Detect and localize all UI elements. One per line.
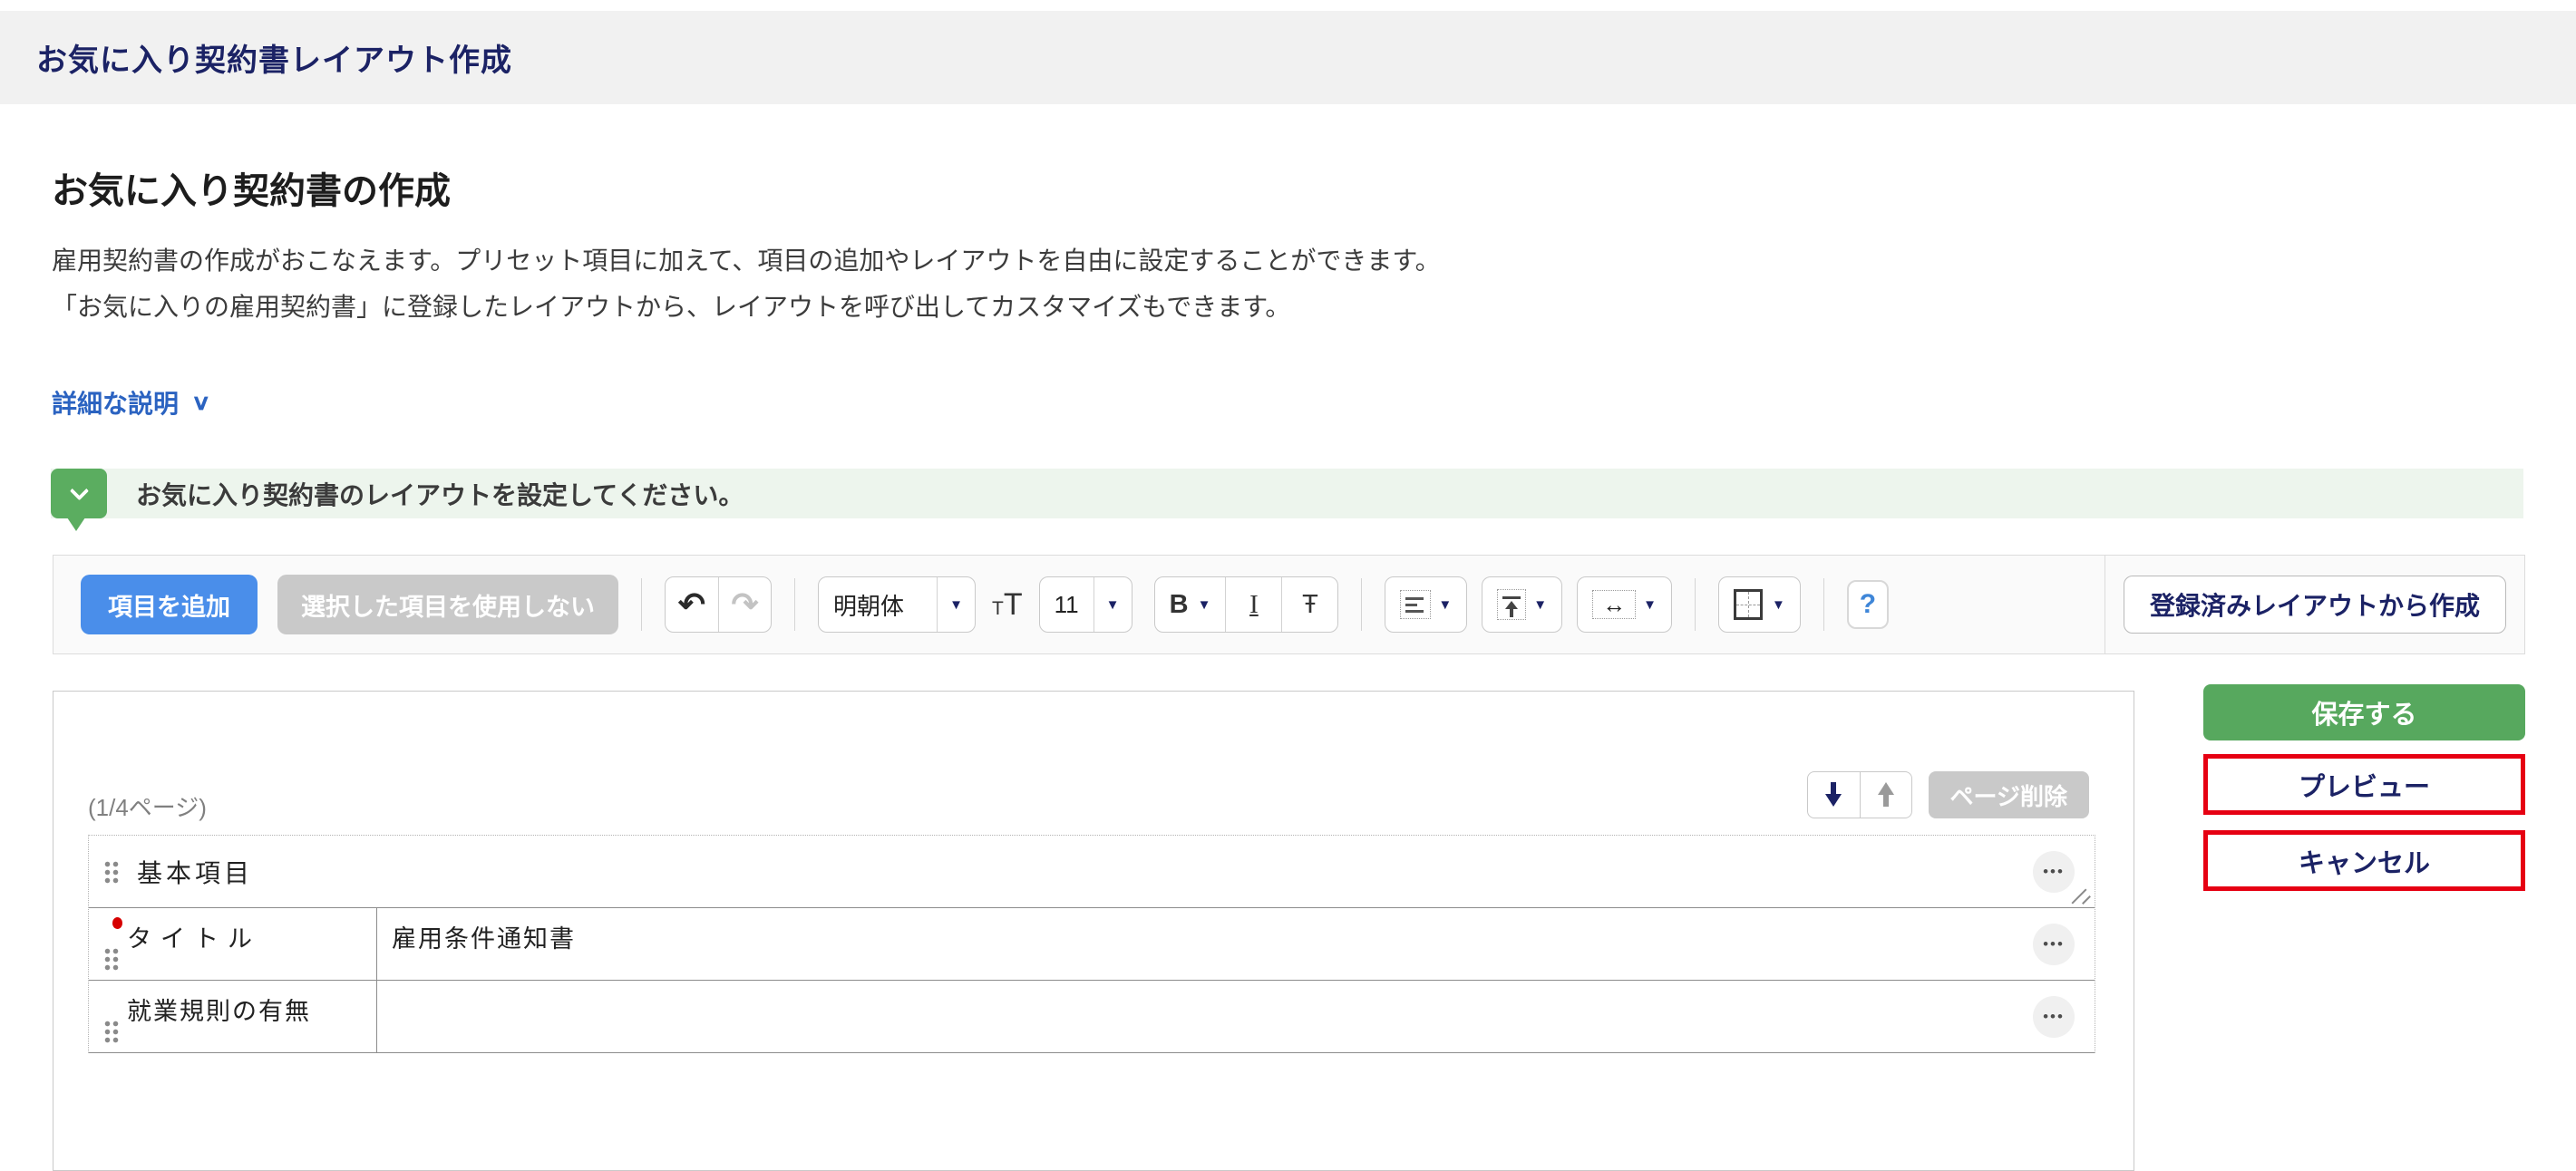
move-page-up-button[interactable] bbox=[1860, 772, 1911, 818]
undo-button[interactable]: ↶ bbox=[666, 577, 718, 632]
more-options-button[interactable]: ••• bbox=[2033, 924, 2075, 965]
toolbar-divider bbox=[1361, 578, 1362, 631]
save-button[interactable]: 保存する bbox=[2203, 684, 2525, 740]
font-family-value: 明朝体 bbox=[819, 577, 937, 632]
page-description-line2: 「お気に入りの雇用契約書」に登録したレイアウトから、レイアウトを呼び出してカスタ… bbox=[52, 284, 1290, 330]
underline-button[interactable]: I bbox=[1225, 577, 1281, 632]
caret-down-icon: ▼ bbox=[1438, 597, 1452, 613]
page-region: 基本項目 ••• タイトル 雇用条件通知書 ••• 就業規則の有無 bbox=[88, 835, 2095, 1053]
app-header: お気に入り契約書レイアウト作成 bbox=[0, 11, 2576, 104]
more-options-button[interactable]: ••• bbox=[2033, 996, 2075, 1038]
create-from-saved-layout-button[interactable]: 登録済みレイアウトから作成 bbox=[2124, 576, 2506, 634]
caret-down-icon: ▼ bbox=[1198, 597, 1211, 613]
drag-handle-icon[interactable] bbox=[103, 1020, 119, 1043]
cancel-button-highlight: キャンセル bbox=[2203, 830, 2525, 891]
delete-page-button[interactable]: ページ削除 bbox=[1929, 771, 2089, 818]
unuse-selected-button[interactable]: 選択した項目を使用しない bbox=[277, 575, 618, 634]
editor-toolbar: 項目を追加 選択した項目を使用しない ↶ ↷ 明朝体 ▼ TT 11 ▼ B ▼… bbox=[53, 555, 2525, 654]
caret-down-icon: ▼ bbox=[1643, 597, 1657, 613]
layout-table: タイトル 雇用条件通知書 ••• 就業規則の有無 ••• bbox=[89, 907, 2095, 1053]
font-size-value: 11 bbox=[1040, 577, 1094, 632]
notice-bar: お気に入り契約書のレイアウトを設定してください。 bbox=[51, 469, 2523, 518]
cell-width-button[interactable]: ↔ ▼ bbox=[1577, 576, 1672, 633]
cancel-button[interactable]: キャンセル bbox=[2208, 835, 2521, 886]
toolbar-divider bbox=[1695, 578, 1696, 631]
app-header-title: お気に入り契約書レイアウト作成 bbox=[36, 35, 512, 80]
help-button[interactable]: ? bbox=[1847, 580, 1889, 629]
redo-button[interactable]: ↷ bbox=[718, 577, 771, 632]
toolbar-divider bbox=[794, 578, 795, 631]
details-link[interactable]: 詳細な説明 ∨ bbox=[52, 384, 209, 421]
text-style-group: B ▼ I Ŧ bbox=[1154, 576, 1339, 633]
add-item-button[interactable]: 項目を追加 bbox=[81, 575, 258, 634]
bold-button[interactable]: B ▼ bbox=[1155, 577, 1226, 632]
page-title: お気に入り契約書の作成 bbox=[52, 161, 451, 214]
caret-down-icon: ▼ bbox=[1772, 597, 1785, 613]
chevron-down-icon bbox=[69, 481, 88, 500]
font-size-icon[interactable]: TT bbox=[992, 587, 1023, 623]
undo-icon: ↶ bbox=[678, 586, 705, 624]
preview-button-highlight: プレビュー bbox=[2203, 754, 2525, 815]
toolbar-divider bbox=[1823, 578, 1824, 631]
move-page-down-button[interactable] bbox=[1808, 772, 1860, 818]
page-controls: ページ削除 bbox=[1807, 771, 2089, 818]
caret-down-icon: ▼ bbox=[1533, 597, 1547, 613]
drag-handle-icon[interactable] bbox=[103, 947, 119, 971]
bold-icon: B bbox=[1170, 590, 1189, 620]
arrow-up-icon bbox=[1877, 782, 1895, 808]
page-indicator: (1/4ページ) bbox=[88, 789, 207, 823]
layout-editor-card: (1/4ページ) ページ削除 基本項目 ••• タイトル bbox=[53, 691, 2134, 1171]
row-label-cell[interactable]: タイトル bbox=[89, 908, 377, 980]
border-icon bbox=[1734, 589, 1763, 620]
required-dot-icon bbox=[112, 917, 122, 929]
horizontal-width-icon: ↔ bbox=[1592, 590, 1636, 619]
arrow-down-icon bbox=[1824, 782, 1842, 808]
font-family-caret[interactable]: ▼ bbox=[937, 577, 975, 632]
preview-button[interactable]: プレビュー bbox=[2208, 759, 2521, 810]
font-size-caret[interactable]: ▼ bbox=[1094, 577, 1132, 632]
underline-icon: I bbox=[1249, 590, 1259, 620]
row-label: タイトル bbox=[127, 925, 261, 953]
font-family-select[interactable]: 明朝体 ▼ bbox=[818, 576, 976, 633]
details-link-label: 詳細な説明 bbox=[52, 384, 179, 421]
undo-redo-group: ↶ ↷ bbox=[665, 576, 772, 633]
table-row[interactable]: タイトル 雇用条件通知書 ••• bbox=[89, 908, 2095, 981]
vertical-align-button[interactable]: ▼ bbox=[1482, 576, 1562, 633]
row-value-cell[interactable]: 雇用条件通知書 bbox=[377, 908, 2095, 980]
caret-down-icon: ▼ bbox=[949, 597, 963, 613]
font-size-select[interactable]: 11 ▼ bbox=[1039, 576, 1132, 633]
row-value-cell[interactable] bbox=[377, 981, 2095, 1052]
align-left-icon bbox=[1400, 590, 1431, 619]
text-align-button[interactable]: ▼ bbox=[1385, 576, 1467, 633]
section-title: 基本項目 bbox=[137, 854, 253, 890]
vertical-align-top-icon bbox=[1497, 589, 1526, 620]
page-description-line1: 雇用契約書の作成がおこなえます。プリセット項目に加えて、項目の追加やレイアウトを… bbox=[52, 237, 1441, 284]
drag-handle-icon[interactable] bbox=[103, 860, 119, 884]
notice-badge[interactable] bbox=[51, 469, 107, 518]
resize-handle-icon[interactable] bbox=[2067, 886, 2091, 905]
section-header-row[interactable]: 基本項目 ••• bbox=[89, 836, 2095, 907]
notice-message: お気に入り契約書のレイアウトを設定してください。 bbox=[136, 476, 744, 512]
caret-down-icon: ▼ bbox=[1106, 597, 1120, 613]
page-move-group bbox=[1807, 771, 1912, 818]
redo-icon: ↷ bbox=[731, 586, 758, 624]
row-label: 就業規則の有無 bbox=[127, 998, 311, 1025]
toolbar-right-section: 登録済みレイアウトから作成 bbox=[2105, 556, 2524, 653]
chevron-down-icon: ∨ bbox=[191, 390, 211, 416]
strikethrough-icon: Ŧ bbox=[1302, 590, 1318, 620]
row-label-cell[interactable]: 就業規則の有無 bbox=[89, 981, 377, 1052]
toolbar-divider bbox=[641, 578, 642, 631]
strikethrough-button[interactable]: Ŧ bbox=[1281, 577, 1337, 632]
table-row[interactable]: 就業規則の有無 ••• bbox=[89, 981, 2095, 1053]
border-style-button[interactable]: ▼ bbox=[1718, 576, 1801, 633]
